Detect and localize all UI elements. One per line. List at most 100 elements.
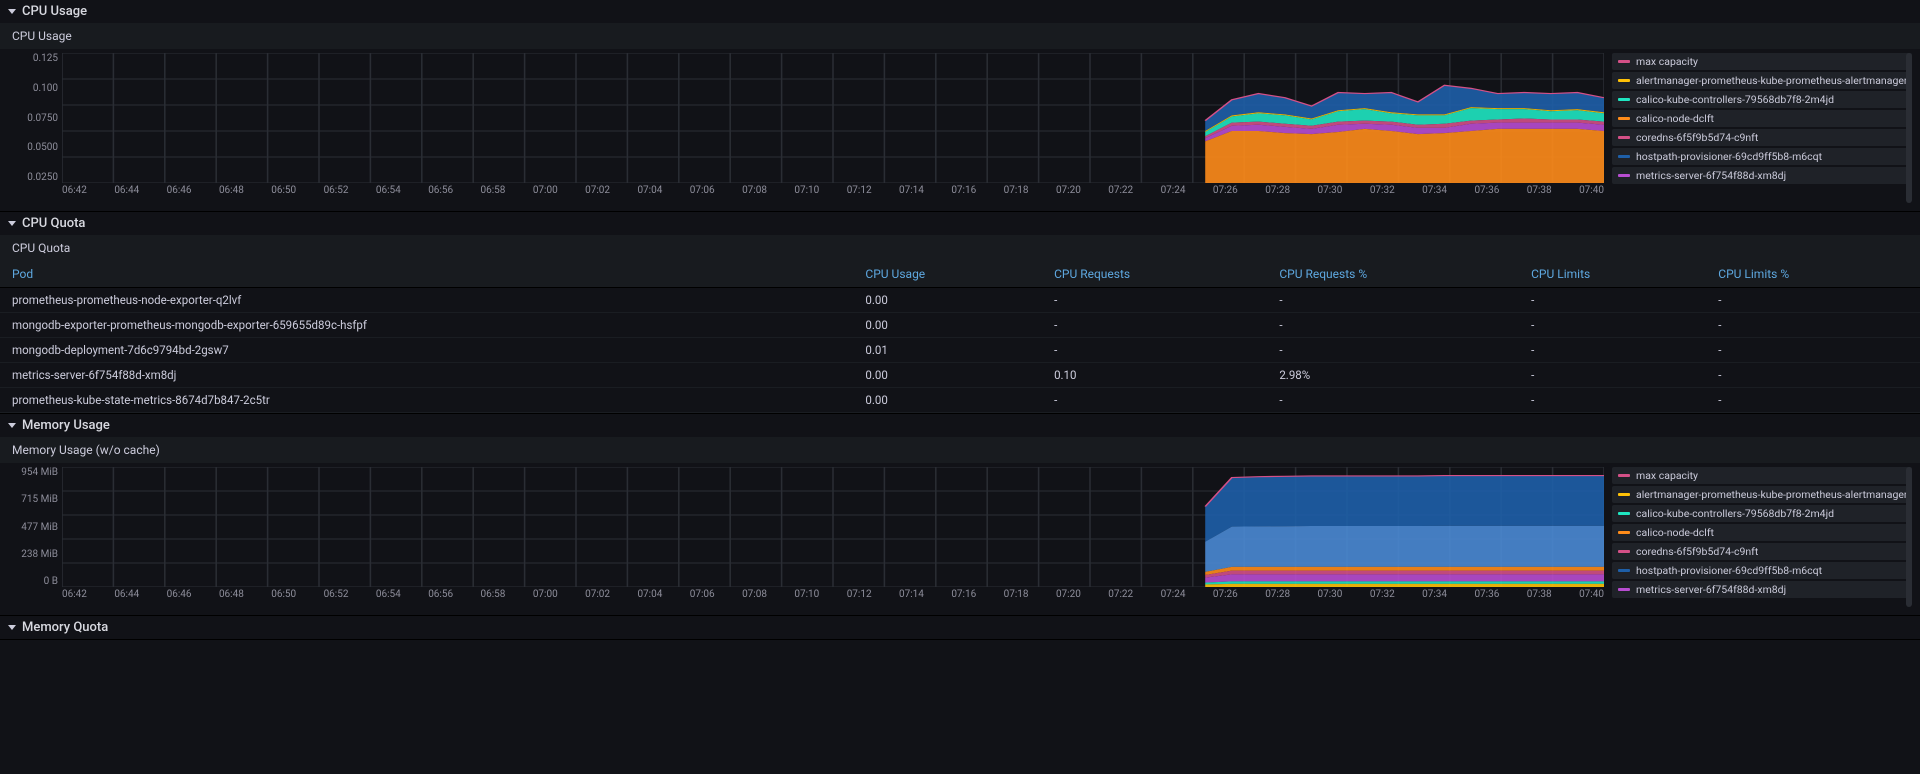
table-cell: metrics-server-6f754f88d-xm8dj (0, 363, 853, 388)
axis-tick: 06:58 (481, 185, 506, 203)
table-cell: - (1706, 388, 1920, 413)
axis-tick: 07:30 (1318, 589, 1343, 607)
table-cell: - (1519, 288, 1706, 313)
table-header[interactable]: CPU Requests (1042, 261, 1267, 288)
chevron-down-icon (8, 625, 16, 630)
legend-label: coredns-6f5f9b5d74-c9nft (1636, 545, 1758, 558)
table-header[interactable]: CPU Usage (853, 261, 1042, 288)
legend-label: max capacity (1636, 55, 1698, 68)
axis-tick: 07:36 (1474, 185, 1499, 203)
table-cell: 0.00 (853, 363, 1042, 388)
axis-tick: 06:42 (62, 589, 87, 607)
legend-label: calico-kube-controllers-79568db7f8-2m4jd (1636, 93, 1834, 106)
section-header-cpu-usage[interactable]: CPU Usage (0, 0, 1920, 23)
table-cell: - (1706, 338, 1920, 363)
axis-tick: 07:22 (1108, 589, 1133, 607)
scrollbar-icon[interactable] (1906, 53, 1912, 203)
table-header[interactable]: CPU Limits (1519, 261, 1706, 288)
legend-label: alertmanager-prometheus-kube-prometheus-… (1636, 488, 1912, 501)
legend-item[interactable]: calico-kube-controllers-79568db7f8-2m4jd (1612, 91, 1912, 108)
axis-tick: 07:34 (1422, 589, 1447, 607)
table-row[interactable]: mongodb-deployment-7d6c9794bd-2gsw70.01-… (0, 338, 1920, 363)
table-row[interactable]: prometheus-kube-state-metrics-8674d7b847… (0, 388, 1920, 413)
table-cell: mongodb-exporter-prometheus-mongodb-expo… (0, 313, 853, 338)
legend-item[interactable]: coredns-6f5f9b5d74-c9nft (1612, 129, 1912, 146)
table-cell: prometheus-kube-state-metrics-8674d7b847… (0, 388, 853, 413)
section-header-cpu-quota[interactable]: CPU Quota (0, 212, 1920, 235)
plot-area-cpu (62, 53, 1604, 183)
axis-tick: 07:32 (1370, 185, 1395, 203)
table-header[interactable]: Pod (0, 261, 853, 288)
axis-tick: 07:06 (690, 589, 715, 607)
section-title: Memory Usage (22, 418, 110, 433)
table-row[interactable]: metrics-server-6f754f88d-xm8dj0.000.102.… (0, 363, 1920, 388)
section-cpu-usage: CPU Usage CPU Usage 0.1250.1000.07500.05… (0, 0, 1920, 212)
table-cell: 0.00 (853, 288, 1042, 313)
legend-item[interactable]: metrics-server-6f754f88d-xm8dj (1612, 581, 1912, 598)
table-header[interactable]: CPU Limits % (1706, 261, 1920, 288)
legend-swatch-icon (1618, 60, 1630, 63)
legend-label: calico-node-dclft (1636, 526, 1714, 539)
chart-plot-cpu[interactable]: 0.1250.1000.07500.05000.0250 06:4206:440… (8, 53, 1604, 203)
axis-tick: 06:52 (324, 589, 349, 607)
axis-tick: 06:54 (376, 589, 401, 607)
axis-tick: 06:50 (271, 185, 296, 203)
section-header-memory-quota[interactable]: Memory Quota (0, 616, 1920, 639)
axis-tick: 07:36 (1474, 589, 1499, 607)
section-title: CPU Usage (22, 4, 87, 19)
axis-tick: 07:14 (899, 185, 924, 203)
legend-item[interactable]: alertmanager-prometheus-kube-prometheus-… (1612, 486, 1912, 503)
axis-tick: 07:40 (1579, 185, 1604, 203)
legend-item[interactable]: calico-node-dclft (1612, 524, 1912, 541)
legend-swatch-icon (1618, 155, 1630, 158)
table-cell: - (1267, 388, 1519, 413)
legend-label: alertmanager-prometheus-kube-prometheus-… (1636, 74, 1912, 87)
table-cell: - (1042, 338, 1267, 363)
axis-tick: 0.125 (33, 53, 58, 64)
scrollbar-icon[interactable] (1906, 467, 1912, 607)
legend-swatch-icon (1618, 550, 1630, 553)
axis-tick: 07:10 (794, 589, 819, 607)
legend-item[interactable]: calico-node-dclft (1612, 110, 1912, 127)
axis-tick: 07:38 (1527, 589, 1552, 607)
axis-tick: 07:04 (637, 185, 662, 203)
legend-item[interactable]: hostpath-provisioner-69cd9ff5b8-m6cqt (1612, 148, 1912, 165)
table-cell: 0.00 (853, 313, 1042, 338)
table-row[interactable]: mongodb-exporter-prometheus-mongodb-expo… (0, 313, 1920, 338)
legend-item[interactable]: max capacity (1612, 467, 1912, 484)
legend-mem: max capacity alertmanager-prometheus-kube… (1612, 467, 1912, 607)
table-header[interactable]: CPU Requests % (1267, 261, 1519, 288)
axis-tick: 07:28 (1265, 185, 1290, 203)
legend-swatch-icon (1618, 512, 1630, 515)
axis-tick: 07:22 (1108, 185, 1133, 203)
legend-item[interactable]: alertmanager-prometheus-kube-prometheus-… (1612, 72, 1912, 89)
legend-item[interactable]: max capacity (1612, 53, 1912, 70)
legend-item[interactable]: calico-kube-controllers-79568db7f8-2m4jd (1612, 505, 1912, 522)
x-axis-mem: 06:4206:4406:4606:4806:5006:5206:5406:56… (62, 589, 1604, 607)
legend-item[interactable]: hostpath-provisioner-69cd9ff5b8-m6cqt (1612, 562, 1912, 579)
plot-area-mem (62, 467, 1604, 587)
legend-label: metrics-server-6f754f88d-xm8dj (1636, 169, 1786, 182)
axis-tick: 07:02 (585, 185, 610, 203)
table-row[interactable]: prometheus-prometheus-node-exporter-q2lv… (0, 288, 1920, 313)
chart-plot-mem[interactable]: 954 MiB715 MiB477 MiB238 MiB0 B 06:4206:… (8, 467, 1604, 607)
table-cell: - (1267, 313, 1519, 338)
axis-tick: 06:46 (167, 185, 192, 203)
axis-tick: 0.0750 (27, 113, 58, 124)
axis-tick: 07:18 (1004, 185, 1029, 203)
axis-tick: 07:00 (533, 589, 558, 607)
section-header-memory-usage[interactable]: Memory Usage (0, 414, 1920, 437)
axis-tick: 06:42 (62, 185, 87, 203)
legend-item[interactable]: metrics-server-6f754f88d-xm8dj (1612, 167, 1912, 184)
axis-tick: 06:48 (219, 185, 244, 203)
legend-label: calico-kube-controllers-79568db7f8-2m4jd (1636, 507, 1834, 520)
legend-item[interactable]: coredns-6f5f9b5d74-c9nft (1612, 543, 1912, 560)
axis-tick: 06:50 (271, 589, 296, 607)
table-cell: - (1042, 388, 1267, 413)
axis-tick: 07:20 (1056, 589, 1081, 607)
section-memory-usage: Memory Usage Memory Usage (w/o cache) 95… (0, 414, 1920, 616)
table-cell: - (1706, 313, 1920, 338)
legend-swatch-icon (1618, 117, 1630, 120)
axis-tick: 06:44 (114, 185, 139, 203)
axis-tick: 06:54 (376, 185, 401, 203)
